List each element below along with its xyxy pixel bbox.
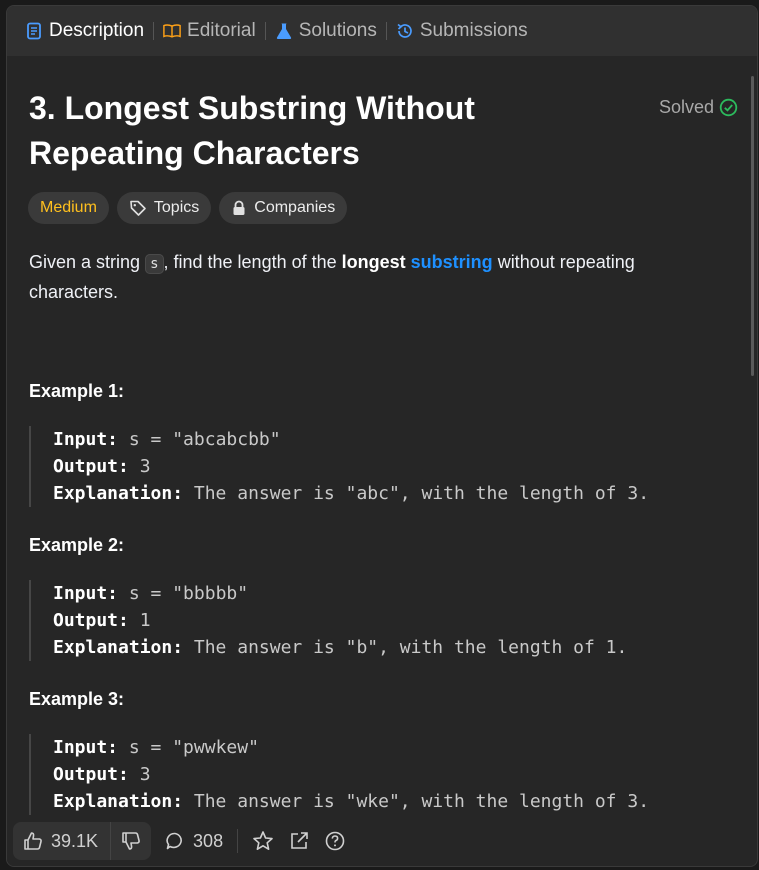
example-2-block: Input: s = "bbbbb" Output: 1 Explanation… (29, 580, 627, 661)
input-label: Input: (53, 737, 119, 758)
desc-bold: longest (341, 252, 406, 272)
output-label: Output: (53, 610, 129, 631)
thumbs-down-icon (121, 831, 141, 851)
tag-icon (129, 199, 147, 217)
desc-text: Given a string (29, 252, 146, 272)
output-value: 3 (128, 764, 151, 785)
history-icon (396, 22, 414, 40)
tag-row: Medium Topics Companies (28, 192, 348, 224)
comments-button[interactable]: 308 (165, 831, 223, 852)
example-explanation-line: Explanation: The answer is "wke", with t… (53, 788, 649, 815)
like-count: 39.1K (51, 830, 99, 851)
input-value: s = "pwwkew" (118, 737, 259, 758)
example-1-block: Input: s = "abcabcbb" Output: 3 Explanat… (29, 426, 649, 507)
inline-code: s (145, 254, 164, 274)
like-button[interactable]: 39.1K (13, 822, 110, 860)
tab-label: Submissions (419, 20, 528, 41)
lock-icon (231, 200, 247, 216)
tab-description[interactable]: Description (19, 6, 150, 56)
scrollbar-thumb[interactable] (751, 76, 754, 376)
tab-bar: Description Editorial Solutions Submissi… (7, 6, 757, 56)
output-label: Output: (53, 764, 129, 785)
companies-label: Companies (254, 199, 336, 216)
example-input-line: Input: s = "pwwkew" (53, 734, 649, 761)
example-output-line: Output: 3 (53, 761, 649, 788)
tab-submissions[interactable]: Submissions (390, 6, 534, 56)
check-circle-icon (719, 98, 738, 117)
explanation-value: The answer is "abc", with the length of … (183, 483, 650, 504)
input-label: Input: (53, 429, 119, 450)
question-icon (324, 830, 346, 852)
desc-text: , find the length of the (163, 252, 342, 272)
tab-solutions[interactable]: Solutions (269, 6, 383, 56)
example-output-line: Output: 1 (53, 607, 627, 634)
explanation-label: Explanation: (53, 791, 184, 812)
dislike-button[interactable] (110, 822, 151, 860)
tab-editorial[interactable]: Editorial (157, 6, 262, 56)
like-dislike-group: 39.1K (13, 822, 152, 860)
description-icon (25, 22, 43, 40)
comment-icon (165, 831, 185, 851)
output-value: 1 (128, 610, 151, 631)
tab-label: Description (49, 20, 145, 41)
external-link-icon (288, 830, 310, 852)
input-label: Input: (53, 583, 119, 604)
footer-divider (237, 829, 239, 853)
tab-label: Editorial (187, 20, 256, 41)
solved-label: Solved (659, 97, 715, 117)
tab-divider (264, 22, 266, 40)
problem-content: 3. Longest Substring Without Repeating C… (7, 56, 757, 866)
help-button[interactable] (324, 830, 346, 852)
example-input-line: Input: s = "bbbbb" (53, 580, 627, 607)
input-value: s = "abcabcbb" (118, 429, 281, 450)
tab-label: Solutions (298, 20, 377, 41)
example-output-line: Output: 3 (53, 453, 649, 480)
tab-divider (153, 22, 155, 40)
flask-icon (275, 22, 293, 40)
substring-link[interactable]: substring (411, 252, 493, 272)
thumbs-up-icon (23, 831, 43, 851)
footer-bar: 39.1K 308 (7, 816, 757, 866)
tab-divider (385, 22, 387, 40)
explanation-label: Explanation: (53, 637, 184, 658)
example-3-block: Input: s = "pwwkew" Output: 3 Explanatio… (29, 734, 649, 815)
solved-status: Solved (659, 97, 738, 118)
example-2-title: Example 2: (29, 535, 125, 555)
input-value: s = "bbbbb" (118, 583, 249, 604)
favorite-button[interactable] (252, 830, 274, 852)
example-1-title: Example 1: (29, 381, 125, 401)
output-label: Output: (53, 456, 129, 477)
topics-label: Topics (153, 199, 200, 216)
topics-button[interactable]: Topics (116, 192, 212, 224)
example-3-title: Example 3: (29, 689, 125, 709)
problem-description: Given a string s, find the length of the… (29, 248, 719, 306)
comment-count: 308 (193, 830, 224, 851)
problem-title[interactable]: 3. Longest Substring Without Repeating C… (29, 86, 629, 176)
explanation-label: Explanation: (53, 483, 184, 504)
difficulty-badge: Medium (28, 192, 109, 224)
book-icon (163, 22, 181, 40)
share-button[interactable] (288, 830, 310, 852)
problem-panel: Description Editorial Solutions Submissi… (6, 5, 758, 867)
explanation-value: The answer is "b", with the length of 1. (183, 637, 628, 658)
example-explanation-line: Explanation: The answer is "abc", with t… (53, 480, 649, 507)
example-input-line: Input: s = "abcabcbb" (53, 426, 649, 453)
companies-button[interactable]: Companies (219, 192, 348, 224)
output-value: 3 (128, 456, 151, 477)
star-icon (252, 830, 274, 852)
explanation-value: The answer is "wke", with the length of … (183, 791, 650, 812)
example-explanation-line: Explanation: The answer is "b", with the… (53, 634, 627, 661)
